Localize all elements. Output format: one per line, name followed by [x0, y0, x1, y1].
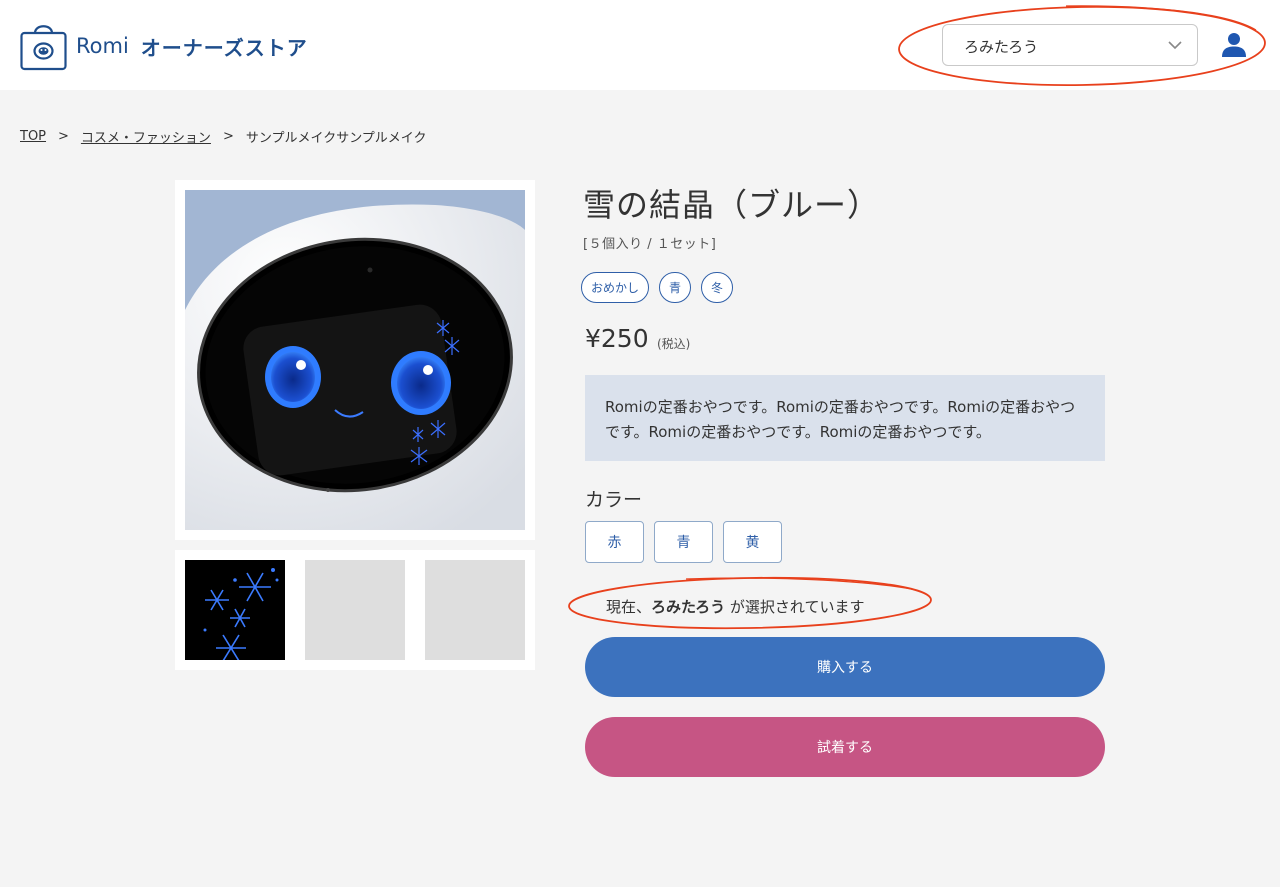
tag-dressup[interactable]: おめかし [581, 272, 650, 303]
store-logo[interactable]: Romi オーナーズストア [20, 19, 308, 71]
product-price: ¥250 [585, 324, 649, 353]
buy-button[interactable]: 購入する [585, 637, 1105, 697]
product-tags: おめかし 青 冬 [581, 272, 734, 303]
thumbnail-1[interactable] [185, 560, 285, 660]
product-title: 雪の結晶（ブルー） [583, 186, 881, 224]
selected-prefix: 現在、 [606, 598, 652, 616]
breadcrumb-separator: > [222, 129, 234, 144]
shopping-bag-icon [20, 25, 67, 71]
breadcrumb-current: サンプルメイクサンプルメイク [245, 131, 427, 146]
breadcrumb: TOP > コスメ・ファッション > サンプルメイクサンプルメイク [20, 127, 427, 146]
owner-select-value: ろみたろう [964, 38, 1039, 56]
selected-suffix: が選択されています [725, 598, 865, 616]
breadcrumb-top-link[interactable]: TOP [20, 129, 46, 144]
color-option-yellow[interactable]: 黄 [723, 521, 782, 563]
try-on-button[interactable]: 試着する [585, 717, 1105, 777]
tag-winter[interactable]: 冬 [701, 272, 734, 303]
product-quantity: [５個入り / １セット] [583, 237, 717, 252]
color-label: カラー [585, 489, 643, 511]
color-option-blue[interactable]: 青 [654, 521, 713, 563]
thumbnail-2[interactable] [305, 560, 405, 660]
thumbnail-3[interactable] [425, 560, 525, 660]
site-header: Romi オーナーズストア ろみたろう [0, 0, 1280, 90]
selected-owner-name: ろみたろう [651, 598, 726, 616]
thumbnail-strip [175, 550, 535, 670]
chevron-down-icon [1168, 41, 1182, 50]
color-options: 赤 青 黄 [585, 521, 782, 563]
tag-blue[interactable]: 青 [659, 272, 692, 303]
logo-store-name: オーナーズストア [140, 35, 308, 60]
product-main-image [185, 190, 525, 530]
tax-note: (税込) [657, 337, 691, 351]
color-option-red[interactable]: 赤 [585, 521, 644, 563]
main-image-frame [175, 180, 535, 540]
selected-owner-text: 現在、ろみたろう が選択されています [606, 596, 864, 617]
breadcrumb-category-link[interactable]: コスメ・ファッション [81, 127, 211, 146]
breadcrumb-separator: > [58, 129, 69, 144]
product-description: Romiの定番おやつです。Romiの定番おやつです。Romiの定番おやつです。R… [585, 375, 1105, 461]
user-icon[interactable] [1221, 32, 1247, 58]
logo-brand: Romi [76, 34, 129, 58]
owner-select[interactable]: ろみたろう [942, 24, 1198, 66]
